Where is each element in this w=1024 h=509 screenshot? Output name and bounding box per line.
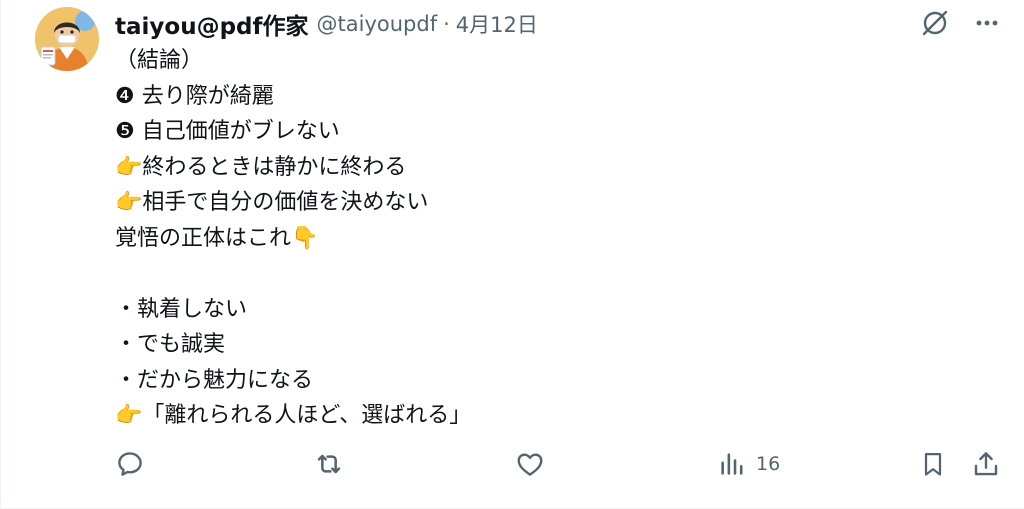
user-handle[interactable]: @taiyoupdf — [317, 12, 438, 36]
tweet-line: ・でも誠実 — [115, 332, 226, 357]
tweet-line: ❺ 自己価値がブレない — [115, 119, 340, 144]
avatar[interactable] — [35, 7, 99, 71]
tweet-top-actions — [920, 8, 1000, 38]
tweet-line: ・執着しない — [115, 296, 248, 322]
bookmark-icon — [924, 452, 942, 476]
tweet-actions: 16 — [115, 444, 1001, 484]
display-name[interactable]: taiyou@pdf作家 — [115, 7, 309, 41]
views-button[interactable]: 16 — [718, 444, 780, 484]
avatar-illustration-icon — [35, 7, 99, 71]
grok-icon[interactable] — [920, 8, 950, 38]
timestamp[interactable]: 4月12日 — [456, 9, 538, 39]
repost-icon — [317, 454, 341, 474]
tweet-line: 👉相手で自分の価値を決めない — [115, 190, 429, 215]
share-button[interactable] — [971, 444, 1001, 484]
tweet-line: 覚悟の正体はこれ👇 — [115, 225, 319, 251]
tweet-line — [115, 256, 995, 292]
reply-button[interactable] — [115, 444, 145, 484]
header-separator: · — [443, 12, 450, 36]
tweet-line: ・だから魅力になる — [115, 367, 314, 393]
tweet-text: （結論） ❹ 去り際が綺麗 ❺ 自己価値がブレない 👉終わるときは静かに終わる … — [115, 43, 995, 434]
repost-button[interactable] — [313, 444, 345, 484]
tweet-line: ❹ 去り際が綺麗 — [115, 83, 274, 109]
tweet-header: taiyou@pdf作家 @taiyoupdf · 4月12日 — [115, 7, 538, 41]
share-icon — [974, 452, 998, 476]
reply-icon — [118, 452, 142, 476]
more-icon[interactable] — [974, 10, 1000, 36]
like-button[interactable] — [515, 444, 545, 484]
heart-icon — [517, 453, 543, 476]
analytics-icon — [721, 453, 743, 475]
views-count: 16 — [756, 453, 781, 475]
tweet-line: （結論） — [115, 48, 204, 73]
bookmark-button[interactable] — [919, 444, 947, 484]
tweet[interactable]: taiyou@pdf作家 @taiyoupdf · 4月12日 （結論） ❹ 去… — [0, 0, 1024, 509]
tweet-line: 👉終わるときは静かに終わる — [115, 154, 407, 180]
tweet-line: 👉「離れられる人ほど、選ばれる」 — [115, 403, 472, 428]
